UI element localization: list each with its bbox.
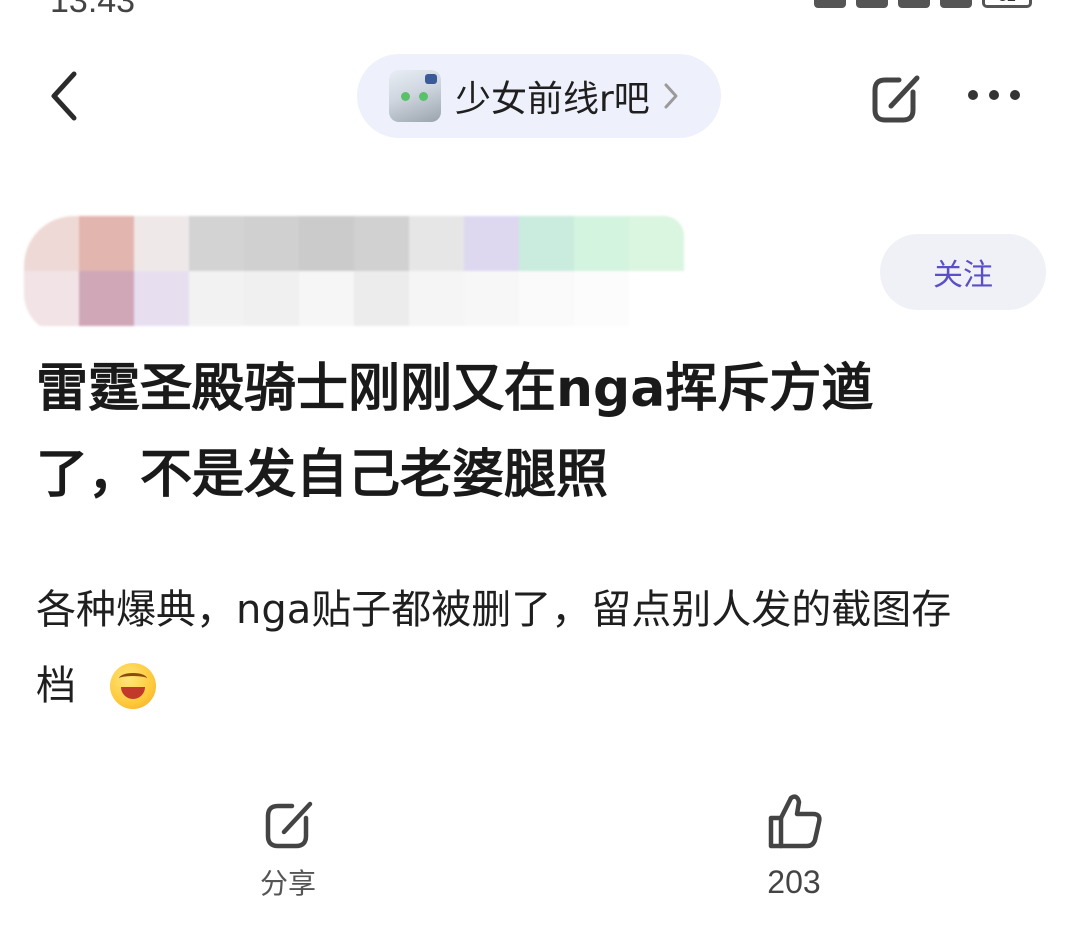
share-icon — [265, 801, 313, 849]
status-icons: 82 — [814, 0, 1032, 8]
forum-avatar — [389, 70, 441, 122]
more-icon[interactable] — [966, 88, 1022, 102]
forum-name: 少女前线r吧 — [455, 79, 650, 120]
author-info-blurred[interactable] — [24, 216, 684, 334]
status-time: 13:43 — [50, 0, 136, 20]
post-title-line1: 雷霆圣殿骑士刚刚又在nga挥斥方遒 — [36, 359, 874, 419]
like-action-button[interactable]: 203 — [752, 790, 836, 901]
post-title: 雷霆圣殿骑士刚刚又在nga挥斥方遒 了，不是发自己老婆腿照 — [36, 346, 996, 518]
status-bar: 13:43 82 — [0, 0, 1080, 22]
back-icon[interactable] — [42, 68, 92, 124]
wifi-icon — [940, 0, 972, 8]
follow-button[interactable]: 关注 — [880, 234, 1046, 310]
post-body: 各种爆典，nga贴子都被删了，留点别人发的截图存 档 — [36, 572, 1046, 724]
post-title-line2: 了，不是发自己老婆腿照 — [36, 445, 609, 505]
like-count: 203 — [767, 864, 821, 900]
thumbs-up-icon — [768, 794, 822, 849]
forum-pill[interactable]: 少女前线r吧 — [357, 54, 721, 138]
battery-icon: 82 — [982, 0, 1032, 8]
post-body-line1: 各种爆典，nga贴子都被删了，留点别人发的截图存 — [36, 587, 952, 633]
hd-icon — [856, 0, 888, 8]
share-action-button[interactable]: 分享 — [252, 796, 324, 902]
chevron-right-icon — [664, 83, 678, 109]
post-body-line2: 档 — [36, 663, 76, 709]
grinning-squint-emoji-icon — [110, 663, 156, 709]
vibrate-icon — [814, 0, 846, 8]
share-label: 分享 — [259, 867, 316, 900]
share-icon[interactable] — [869, 70, 925, 126]
signal-icon — [898, 0, 930, 8]
